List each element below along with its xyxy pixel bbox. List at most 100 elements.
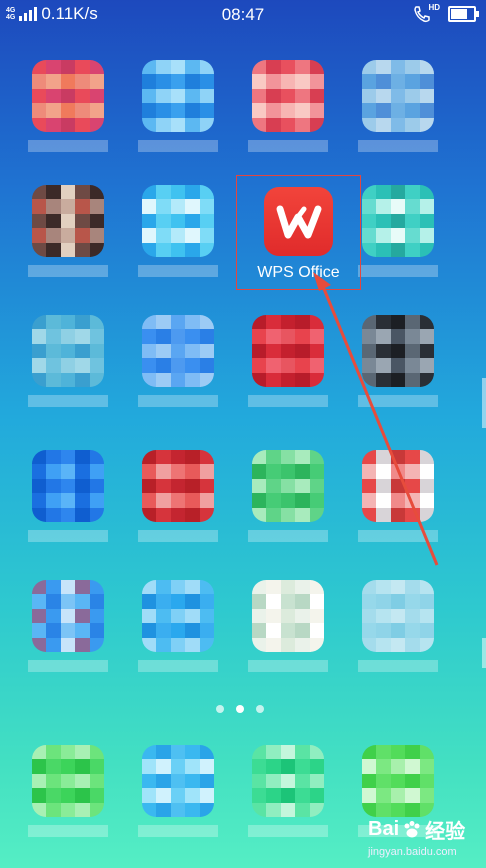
blurred-app-icon [32,450,104,522]
pixel-block [280,623,297,639]
pixel-block [170,637,187,652]
pixel-block [142,74,158,90]
pixel-block [295,450,311,466]
blurred-app-label [28,530,108,542]
page-dot-3[interactable] [256,705,264,713]
blurred-app-label [248,395,328,407]
pixel-block [75,759,91,775]
pixel-block [295,74,311,90]
blurred-app[interactable] [124,50,234,175]
pixel-block [309,773,324,790]
wps-office-label[interactable]: WPS Office [236,264,361,282]
pixel-block [376,199,392,215]
pixel-block [405,594,421,610]
pixel-block [376,60,392,76]
pixel-block [185,117,201,132]
pixel-block [390,478,407,495]
pixel-block [170,185,187,201]
pixel-block [280,580,297,596]
pixel-block [309,358,324,374]
blurred-app[interactable] [344,440,454,565]
blurred-app[interactable] [14,570,124,695]
blurred-app[interactable] [344,50,454,175]
blurred-app[interactable] [124,440,234,565]
pixel-block [405,450,421,466]
pixel-block [170,315,187,331]
wps-office-icon[interactable] [264,187,333,256]
blurred-app[interactable] [124,735,234,860]
pixel-block [75,74,91,90]
pixel-block [32,60,48,76]
blurred-app[interactable] [14,175,124,300]
pixel-block [295,464,311,480]
blurred-app[interactable] [234,440,344,565]
pixel-block [295,745,311,761]
pixel-block [60,329,77,345]
pixel-block [376,788,392,804]
pixel-block [419,103,434,119]
pixel-block [280,343,297,360]
pixel-block [295,637,311,652]
pixel-block [170,464,187,480]
pixel-block [199,329,214,345]
pixel-block [266,329,282,345]
blurred-app[interactable] [14,735,124,860]
pixel-block [185,343,201,360]
pixel-block [75,242,91,257]
pixel-block [280,493,297,509]
pixel-block [142,343,158,360]
blurred-app[interactable] [14,305,124,430]
blurred-app[interactable] [344,570,454,695]
pixel-block [32,185,48,201]
pixel-block [185,637,201,652]
pixel-block [46,199,62,215]
blurred-app[interactable] [234,735,344,860]
pixel-block [405,372,421,387]
pixel-block [405,759,421,775]
pixel-block [170,580,187,596]
blurred-app[interactable] [344,305,454,430]
pixel-block [142,580,158,596]
blurred-app[interactable] [234,570,344,695]
blurred-app[interactable] [124,175,234,300]
blurred-app-icon [142,580,214,652]
blurred-app[interactable] [234,305,344,430]
pixel-block [60,580,77,596]
pixel-block [75,773,91,790]
pixel-block [185,88,201,105]
page-dot-1[interactable] [216,705,224,713]
pixel-block [376,759,392,775]
pixel-block [376,315,392,331]
blurred-app[interactable] [124,570,234,695]
pixel-block [266,594,282,610]
pixel-block [419,450,434,466]
pixel-block [60,185,77,201]
blurred-app[interactable] [14,440,124,565]
pixel-block [309,507,324,522]
edge-indicator [482,378,486,428]
pixel-block [142,637,158,652]
pixel-block [46,478,62,495]
page-dot-2[interactable] [236,705,244,713]
pixel-block [405,329,421,345]
pixel-block [295,608,311,625]
pixel-block [46,315,62,331]
pixel-block [142,315,158,331]
pixel-block [32,594,48,610]
pixel-block [75,329,91,345]
blurred-app[interactable] [14,50,124,175]
blurred-app[interactable] [234,50,344,175]
pixel-block [170,745,187,761]
pixel-block [419,478,434,495]
pixel-block [405,623,421,639]
pixel-block [89,450,104,466]
pixel-block [199,343,214,360]
pixel-block [170,74,187,90]
pixel-block [376,493,392,509]
pixel-block [376,242,392,257]
pixel-block [46,103,62,119]
pixel-block [32,759,48,775]
blurred-app[interactable] [124,305,234,430]
pixel-block [89,315,104,331]
battery-fill [451,9,467,19]
